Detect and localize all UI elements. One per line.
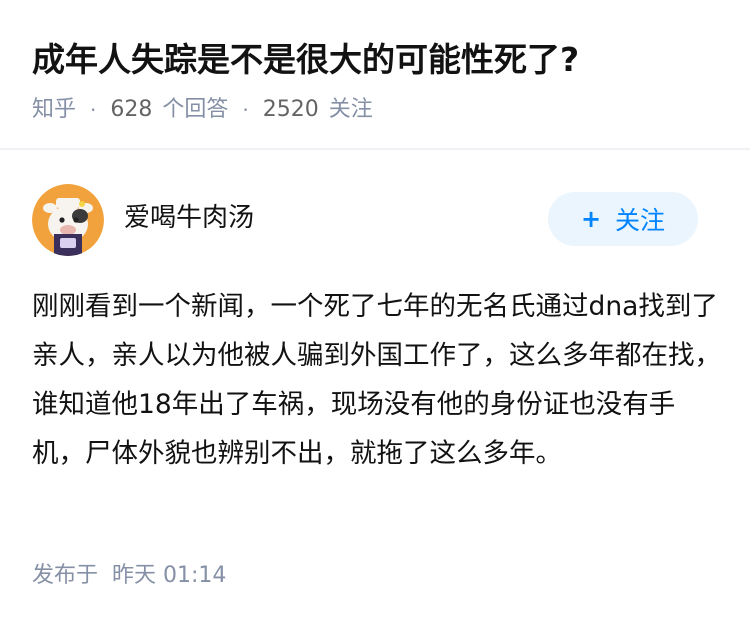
meta-separator: · [90,98,97,122]
answer-content: 刚刚看到一个新闻，一个死了七年的无名氏通过dna找到了亲人，亲人以为他被人骗到外… [32,291,721,469]
publish-time: 发布于 昨天 01:14 [32,558,226,594]
question-header: 成年人失踪是不是很大的可能性死了? 知乎 · 628 个回答 · 2520 关注 [0,0,750,150]
follower-count-label: 关注 [328,97,373,122]
avatar-cartoon-cow-icon [32,184,104,256]
question-meta: 知乎 · 628 个回答 · 2520 关注 [32,92,373,128]
publish-label: 发布于 [32,563,99,588]
question-title[interactable]: 成年人失踪是不是很大的可能性死了? [32,34,579,86]
follow-button[interactable]: + 关注 [548,192,698,246]
author-name[interactable]: 爱喝牛肉汤 [124,198,254,238]
meta-separator: · [242,98,249,122]
plus-icon: + [580,205,602,233]
follower-count: 2520 [262,97,319,122]
follow-button-label: 关注 [615,206,666,235]
author-row: 爱喝牛肉汤 + 关注 [32,184,718,256]
avatar[interactable] [32,184,104,256]
answer-count-label: 个回答 [162,97,229,122]
answer-count: 628 [110,97,153,122]
publish-timestamp: 昨天 01:14 [112,563,227,588]
source-label[interactable]: 知乎 [32,92,76,128]
